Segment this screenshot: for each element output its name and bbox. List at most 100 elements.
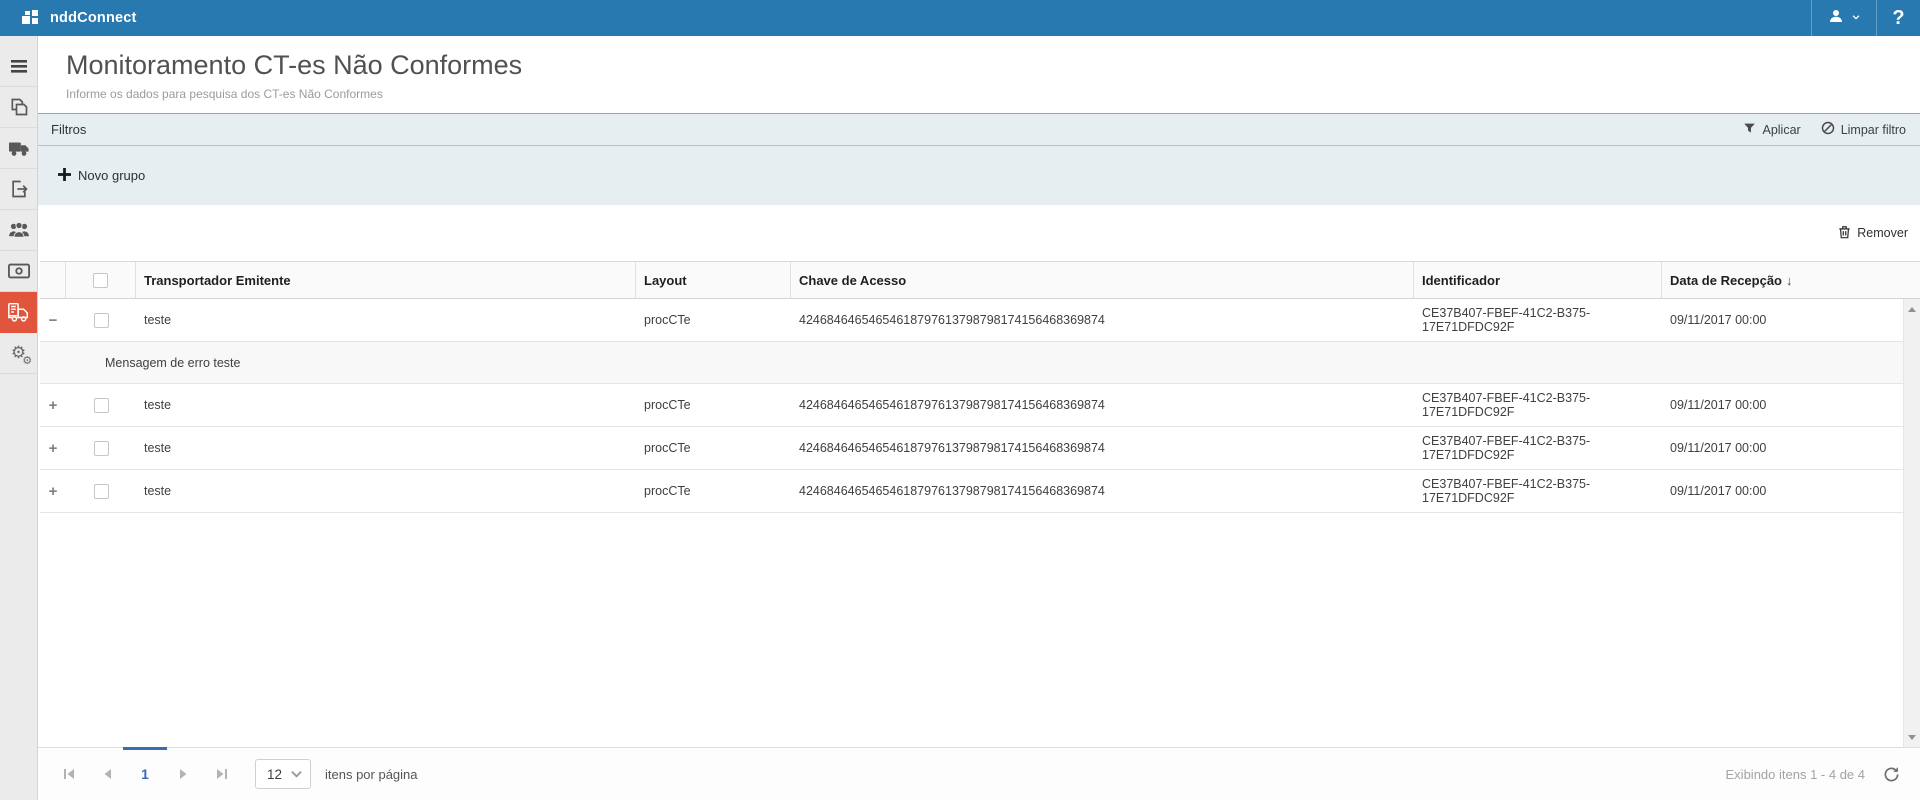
- sort-desc-icon: ↓: [1786, 273, 1793, 288]
- filters-actions: Aplicar Limpar filtro: [1743, 121, 1906, 138]
- ban-icon: [1821, 121, 1835, 138]
- next-page-button[interactable]: [164, 748, 202, 800]
- user-icon: [1827, 7, 1845, 30]
- clear-filter-label: Limpar filtro: [1841, 123, 1906, 137]
- cell-identificador: CE37B407-FBEF-41C2-B375-17E71DFDC92F: [1414, 384, 1662, 426]
- row-checkbox-cell: [66, 470, 136, 512]
- sidebar-item-billing[interactable]: [0, 251, 37, 292]
- column-header-transportador[interactable]: Transportador Emitente: [136, 262, 636, 298]
- new-group-button[interactable]: Novo grupo: [58, 168, 145, 184]
- file-export-icon: [9, 179, 29, 199]
- cell-data-recepcao: 09/11/2017 00:00: [1662, 299, 1920, 341]
- cell-transportador: teste: [136, 384, 636, 426]
- column-header-layout[interactable]: Layout: [636, 262, 791, 298]
- row-checkbox[interactable]: [94, 484, 109, 499]
- current-page-number: 1: [141, 766, 149, 782]
- sidebar-item-documents[interactable]: [0, 87, 37, 128]
- items-per-page-label: itens por página: [325, 767, 418, 782]
- first-page-button[interactable]: [50, 748, 88, 800]
- page-title: Monitoramento CT-es Não Conformes: [66, 49, 1920, 81]
- sidebar-item-cte-monitoring[interactable]: [0, 292, 37, 333]
- pager-controls: 1 12 itens por página: [38, 748, 418, 800]
- topbar-actions: ?: [1811, 0, 1920, 36]
- last-page-button[interactable]: [202, 748, 240, 800]
- row-checkbox-cell: [66, 384, 136, 426]
- sidebar-item-truck[interactable]: [0, 128, 37, 169]
- sidebar-item-export[interactable]: [0, 169, 37, 210]
- chevron-down-icon: [1851, 9, 1861, 27]
- row-checkbox-cell: [66, 427, 136, 469]
- app-window: nddConnect ?: [0, 0, 1920, 800]
- sidebar-item-menu[interactable]: [0, 46, 37, 87]
- banknote-icon: [8, 263, 30, 279]
- apply-filter-button[interactable]: Aplicar: [1743, 122, 1800, 138]
- row-expand-toggle[interactable]: −: [49, 313, 58, 328]
- cell-chave-de-acesso: 4246846465465461879761379879817415646836…: [791, 427, 1414, 469]
- table-row: + teste procCTe 424684646546546187976137…: [40, 384, 1920, 427]
- page-header: Monitoramento CT-es Não Conformes Inform…: [38, 36, 1920, 113]
- vertical-scrollbar[interactable]: [1903, 299, 1920, 747]
- filters-title: Filtros: [51, 122, 86, 137]
- pager-bar: 1 12 itens por página Exibindo itens 1 -: [38, 747, 1920, 800]
- cell-identificador: CE37B407-FBEF-41C2-B375-17E71DFDC92F: [1414, 470, 1662, 512]
- main-content: Monitoramento CT-es Não Conformes Inform…: [38, 36, 1920, 800]
- header-select-all-cell: [66, 262, 136, 298]
- sidebar: ⚙⚙: [0, 36, 38, 800]
- grid-body: − teste procCTe 424684646546546187976137…: [40, 299, 1920, 513]
- row-checkbox[interactable]: [94, 398, 109, 413]
- user-menu-button[interactable]: [1811, 0, 1876, 36]
- row-checkbox[interactable]: [94, 313, 109, 328]
- remove-button[interactable]: Remover: [1838, 225, 1908, 242]
- sidebar-item-settings[interactable]: ⚙⚙: [0, 333, 37, 374]
- row-expander-cell: −: [40, 299, 66, 341]
- new-group-label: Novo grupo: [78, 168, 145, 183]
- funnel-filter-icon: [1743, 122, 1756, 138]
- column-header-data-recepcao[interactable]: Data de Recepção ↓: [1662, 262, 1920, 298]
- sidebar-item-users[interactable]: [0, 210, 37, 251]
- refresh-icon[interactable]: [1883, 766, 1900, 783]
- cell-chave-de-acesso: 4246846465465461879761379879817415646836…: [791, 384, 1414, 426]
- remove-label: Remover: [1857, 226, 1908, 240]
- hamburger-menu-icon: [10, 58, 28, 74]
- gears-settings-icon: ⚙⚙: [11, 345, 26, 362]
- brand-logo-icon: [22, 9, 42, 27]
- row-expander-cell: +: [40, 470, 66, 512]
- page-number-button[interactable]: 1: [126, 748, 164, 800]
- brand-name: nddConnect: [50, 10, 137, 26]
- cell-transportador: teste: [136, 470, 636, 512]
- scroll-up-arrow-icon[interactable]: [1904, 301, 1920, 317]
- cell-chave-de-acesso: 4246846465465461879761379879817415646836…: [791, 470, 1414, 512]
- help-button[interactable]: ?: [1876, 0, 1920, 36]
- column-header-chave[interactable]: Chave de Acesso: [791, 262, 1414, 298]
- clear-filter-button[interactable]: Limpar filtro: [1821, 121, 1906, 138]
- column-header-data-label: Data de Recepção: [1670, 273, 1782, 288]
- row-checkbox[interactable]: [94, 441, 109, 456]
- select-all-checkbox[interactable]: [93, 273, 108, 288]
- header-expander-cell: [40, 262, 66, 298]
- row-expand-toggle[interactable]: +: [49, 398, 58, 413]
- row-expand-toggle[interactable]: +: [49, 441, 58, 456]
- chevron-down-icon: [291, 765, 302, 783]
- plus-icon: [58, 168, 71, 184]
- cell-layout: procCTe: [636, 470, 791, 512]
- cell-chave-de-acesso: 4246846465465461879761379879817415646836…: [791, 299, 1414, 341]
- row-expander-cell: +: [40, 427, 66, 469]
- page-size-value: 12: [267, 767, 282, 782]
- topbar: nddConnect ?: [0, 0, 1920, 36]
- row-checkbox-cell: [66, 299, 136, 341]
- previous-page-button[interactable]: [88, 748, 126, 800]
- page-size-select[interactable]: 12: [255, 759, 311, 789]
- row-expander-cell: +: [40, 384, 66, 426]
- row-expand-toggle[interactable]: +: [49, 484, 58, 499]
- cell-data-recepcao: 09/11/2017 00:00: [1662, 427, 1920, 469]
- cell-layout: procCTe: [636, 427, 791, 469]
- column-header-identificador[interactable]: Identificador: [1414, 262, 1662, 298]
- cell-layout: procCTe: [636, 299, 791, 341]
- brand: nddConnect: [0, 9, 137, 27]
- cell-identificador: CE37B407-FBEF-41C2-B375-17E71DFDC92F: [1414, 299, 1662, 341]
- table-row: + teste procCTe 424684646546546187976137…: [40, 427, 1920, 470]
- scroll-down-arrow-icon[interactable]: [1904, 729, 1920, 745]
- truck-document-icon: [7, 301, 31, 323]
- row-detail: Mensagem de erro teste: [40, 342, 1920, 384]
- table-row: + teste procCTe 424684646546546187976137…: [40, 470, 1920, 513]
